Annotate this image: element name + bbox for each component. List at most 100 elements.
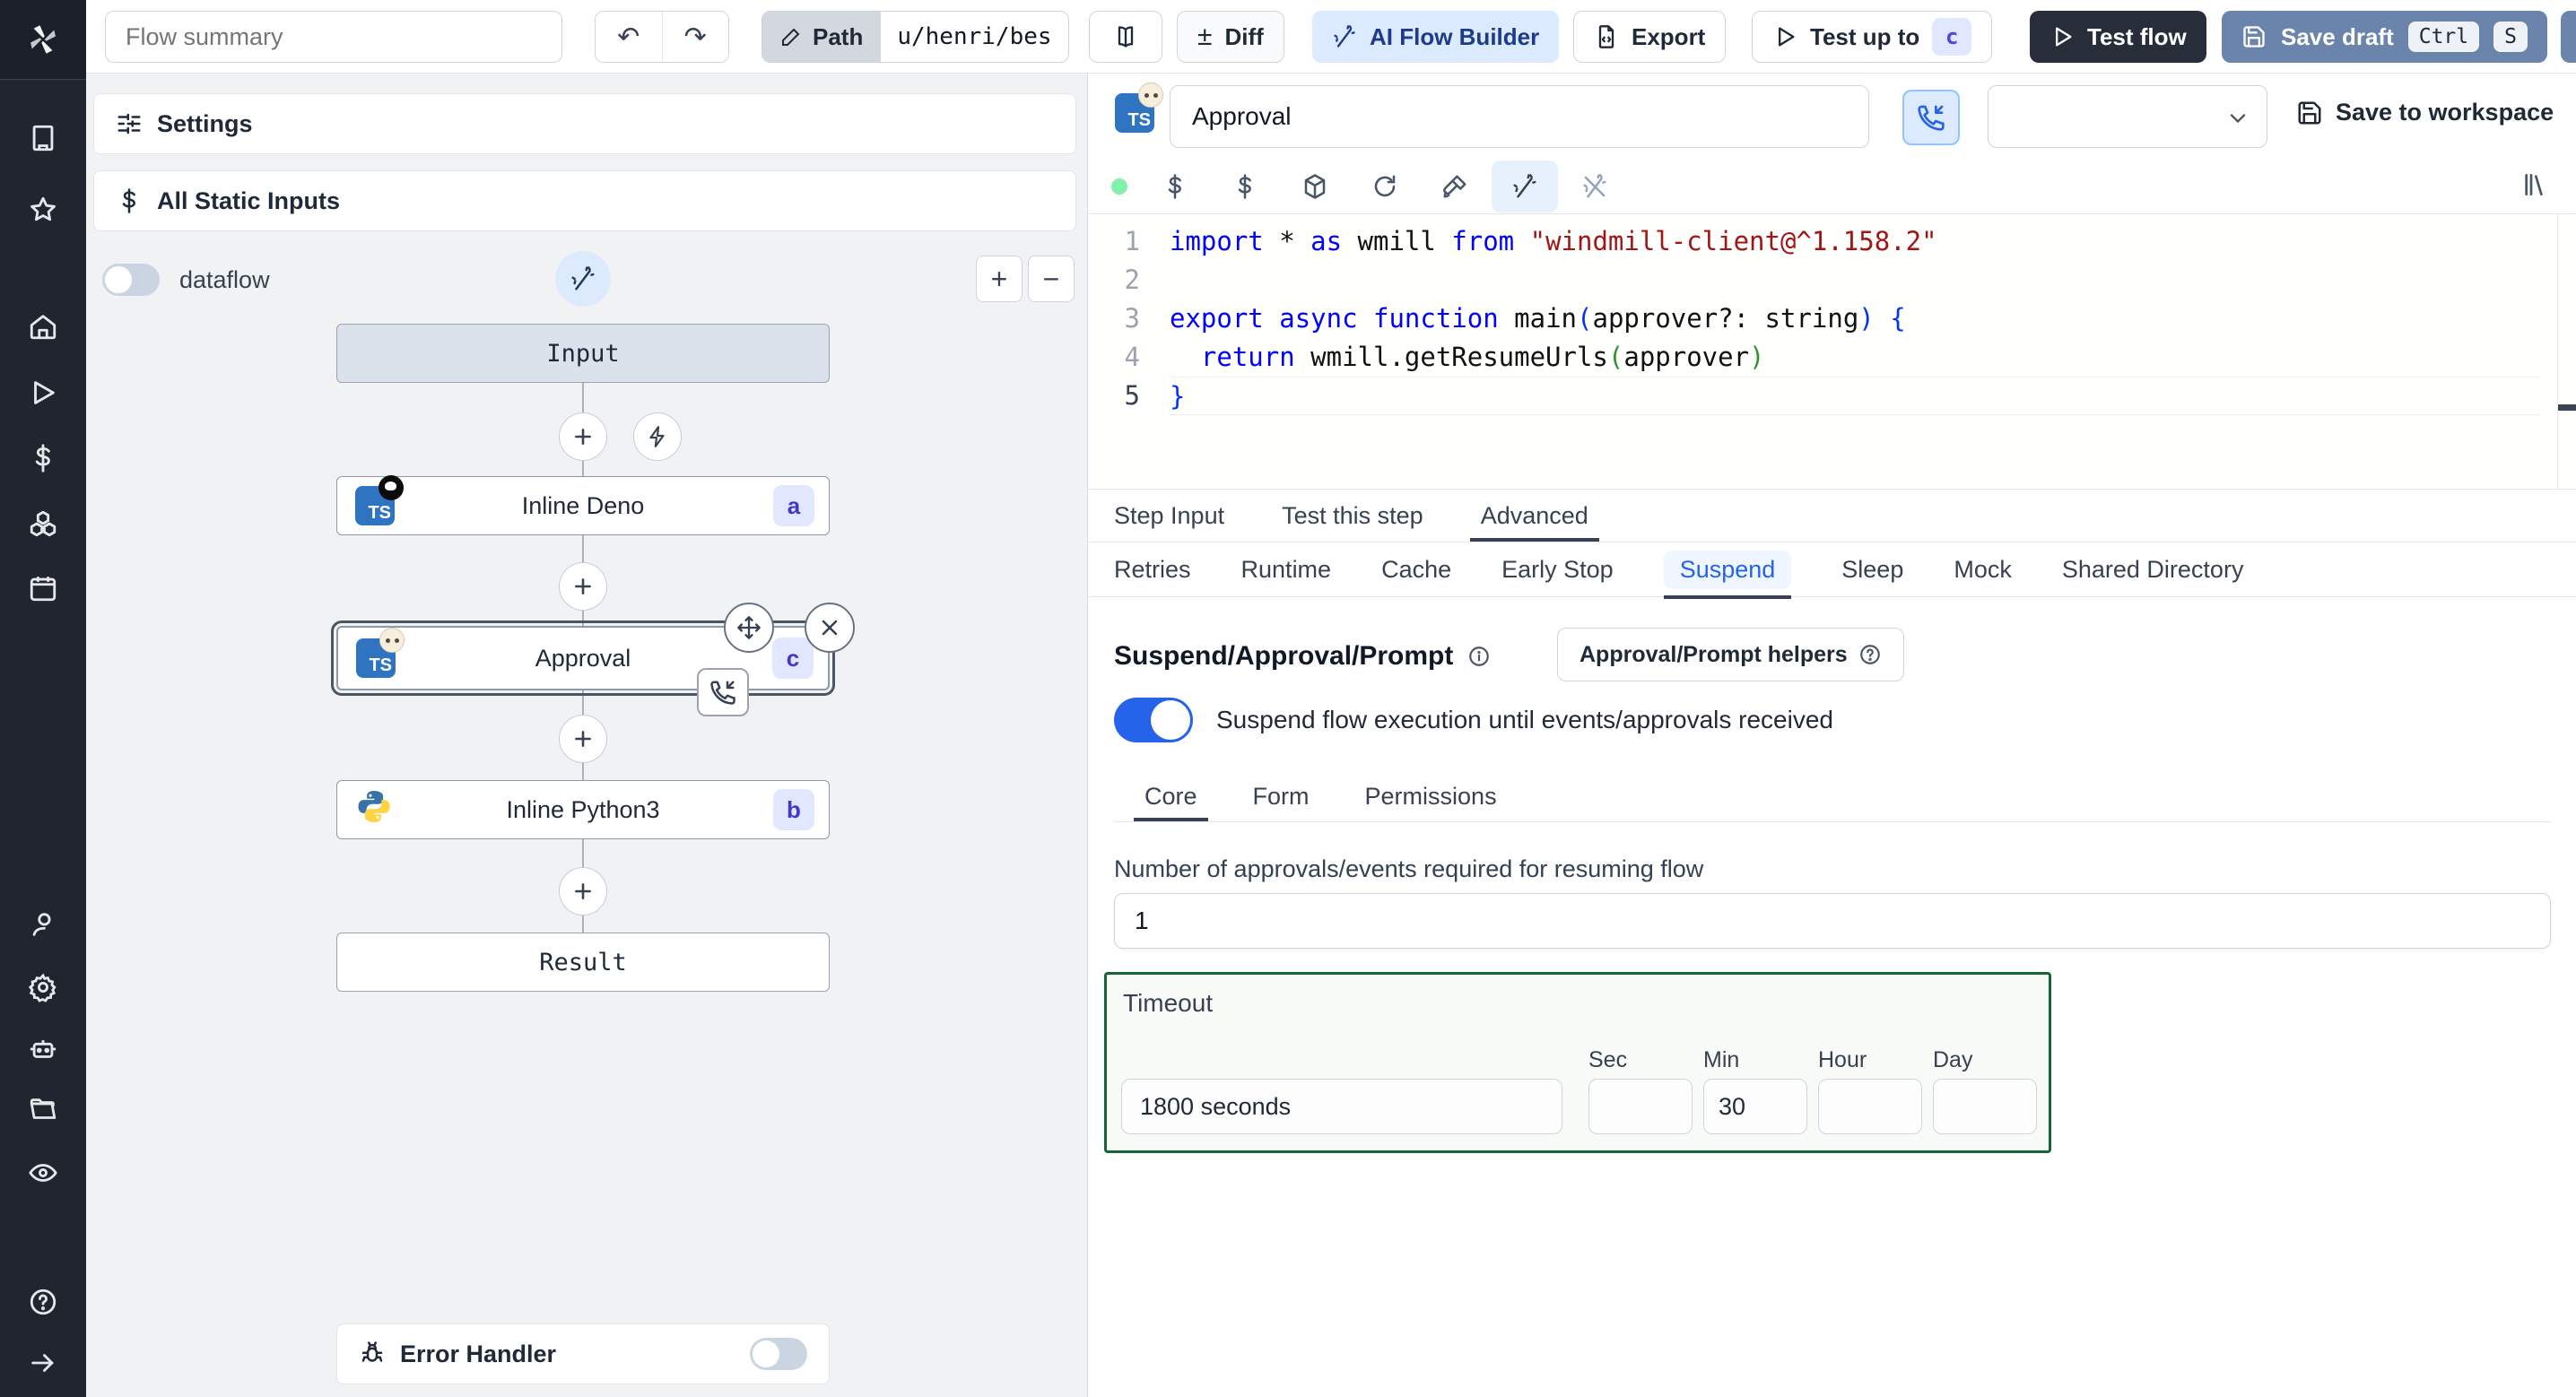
insert-step-button[interactable] (559, 412, 607, 461)
users-icon[interactable] (0, 905, 86, 944)
help-icon[interactable] (0, 1282, 86, 1322)
tab-mock[interactable]: Mock (1954, 542, 2012, 596)
insert-step-button[interactable] (559, 867, 607, 915)
timeout-seconds-display[interactable] (1121, 1079, 1562, 1134)
tab-advanced[interactable]: Advanced (1469, 490, 1599, 542)
script-version-select[interactable] (1988, 85, 2267, 148)
approval-phone-toggle-button[interactable] (1902, 90, 1960, 145)
tab-shared-directory[interactable]: Shared Directory (2062, 542, 2244, 596)
windmill-logo-icon[interactable] (0, 0, 86, 79)
wand-icon (1334, 25, 1355, 48)
approvals-count-input[interactable] (1114, 893, 2551, 949)
flow-summary-input[interactable] (105, 11, 562, 63)
deploy-button-partial[interactable] (2561, 11, 2576, 63)
ai-graph-wand-button[interactable] (555, 251, 611, 307)
flow-node-inline-python3[interactable]: Inline Python3 b (336, 780, 830, 839)
resources-cubes-icon[interactable] (0, 504, 86, 543)
tab-core[interactable]: Core (1134, 772, 1207, 821)
expand-sidebar-arrow-icon[interactable] (0, 1343, 86, 1383)
ai-assistant-wand-button[interactable] (1492, 161, 1558, 213)
home-icon[interactable] (0, 307, 86, 346)
schedules-calendar-icon[interactable] (0, 568, 86, 608)
tab-permissions[interactable]: Permissions (1365, 772, 1497, 821)
runs-play-icon[interactable] (0, 373, 86, 412)
timeout-hour-input[interactable] (1818, 1079, 1922, 1134)
path-edit-segment[interactable]: Path (762, 12, 882, 62)
format-brush-icon[interactable] (1420, 173, 1490, 200)
approval-prompt-helpers-button[interactable]: Approval/Prompt helpers (1557, 628, 1904, 681)
deno-runtime-icon (379, 475, 404, 500)
export-button[interactable]: Export (1573, 11, 1727, 63)
python-logo-icon (355, 788, 393, 832)
suspend-enable-toggle[interactable] (1114, 698, 1193, 742)
error-handler-toggle[interactable] (750, 1338, 807, 1370)
folders-icon[interactable] (0, 1090, 86, 1130)
diff-button[interactable]: ± Diff (1177, 11, 1284, 63)
dataflow-toggle[interactable] (102, 264, 160, 296)
audit-eye-icon[interactable] (0, 1153, 86, 1193)
zoom-out-button[interactable]: − (1028, 256, 1075, 302)
timeout-sec-input[interactable] (1588, 1079, 1693, 1134)
flow-settings-button[interactable]: Settings (93, 93, 1076, 154)
dataflow-label: dataflow (179, 265, 270, 293)
flow-node-input[interactable]: Input (336, 324, 830, 383)
timeout-min-input[interactable] (1703, 1079, 1807, 1134)
delete-step-button[interactable] (805, 603, 855, 653)
add-resource-dollar-icon[interactable] (1210, 173, 1280, 200)
sliders-icon (117, 113, 141, 134)
toolbar: ↶ ↷ Path u/henri/bes ± Diff AI Flow Buil… (86, 0, 2576, 74)
save-to-workspace-button[interactable]: Save to workspace (2296, 99, 2554, 126)
workers-robot-icon[interactable] (0, 1029, 86, 1069)
approval-phone-indicator[interactable] (697, 668, 749, 716)
test-up-to-button[interactable]: Test up to c (1752, 11, 1993, 63)
redo-button[interactable]: ↷ (661, 12, 728, 62)
plus-minus-icon: ± (1197, 22, 1213, 51)
insert-step-button[interactable] (559, 562, 607, 611)
tab-sleep[interactable]: Sleep (1841, 542, 1903, 596)
error-handler-row: Error Handler (336, 1323, 830, 1384)
code-editor[interactable]: 12345 import * as wmill from "windmill-c… (1088, 213, 2576, 490)
tab-step-input[interactable]: Step Input (1114, 490, 1224, 542)
timeout-day-input[interactable] (1933, 1079, 2037, 1134)
undo-button[interactable]: ↶ (596, 12, 662, 62)
path-value[interactable]: u/henri/bes (881, 12, 1068, 62)
step-name-input[interactable] (1170, 85, 1869, 148)
info-icon[interactable] (1467, 645, 1491, 668)
move-arrows-icon (737, 616, 761, 639)
tab-cache[interactable]: Cache (1381, 542, 1451, 596)
save-draft-button[interactable]: Save draft Ctrl S (2222, 11, 2547, 63)
insert-step-button[interactable] (559, 715, 607, 763)
input-node-label: Input (546, 339, 620, 368)
flow-node-inline-deno[interactable]: TS Inline Deno a (336, 475, 830, 535)
error-handler-label: Error Handler (400, 1340, 557, 1367)
package-icon[interactable] (1280, 173, 1350, 200)
reload-icon[interactable] (1350, 173, 1420, 200)
tab-test-this-step[interactable]: Test this step (1282, 490, 1423, 542)
path-button[interactable]: Path u/henri/bes (761, 11, 1069, 63)
close-x-icon (822, 620, 838, 636)
tab-form[interactable]: Form (1253, 772, 1310, 821)
flow-node-result[interactable]: Result (336, 933, 830, 992)
tab-suspend[interactable]: Suspend (1663, 550, 1792, 599)
kbd-ctrl: Ctrl (2407, 22, 2480, 52)
tab-retries[interactable]: Retries (1114, 542, 1191, 596)
variables-dollar-icon[interactable] (0, 438, 86, 478)
move-step-button[interactable] (724, 603, 774, 653)
tab-early-stop[interactable]: Early Stop (1501, 542, 1614, 596)
add-variable-dollar-icon[interactable] (1140, 173, 1210, 200)
timeout-min-field: Min (1703, 1047, 1807, 1134)
ai-gen-disabled-wand-icon[interactable] (1560, 173, 1630, 200)
tab-runtime[interactable]: Runtime (1241, 542, 1332, 596)
docs-book-button[interactable] (1089, 11, 1162, 63)
file-export-icon (1598, 25, 1614, 48)
ai-flow-builder-button[interactable]: AI Flow Builder (1312, 11, 1560, 63)
editor-code[interactable]: import * as wmill from "windmill-client@… (1170, 222, 2540, 415)
insert-trigger-button[interactable] (633, 412, 682, 461)
library-icon[interactable] (2520, 170, 2549, 204)
settings-gear-icon[interactable] (0, 967, 86, 1007)
test-flow-button[interactable]: Test flow (2030, 11, 2206, 63)
favorites-star-icon[interactable] (0, 190, 86, 230)
all-static-inputs-button[interactable]: All Static Inputs (93, 170, 1076, 231)
workspace-icon[interactable] (0, 118, 86, 158)
zoom-in-button[interactable]: + (976, 256, 1023, 302)
